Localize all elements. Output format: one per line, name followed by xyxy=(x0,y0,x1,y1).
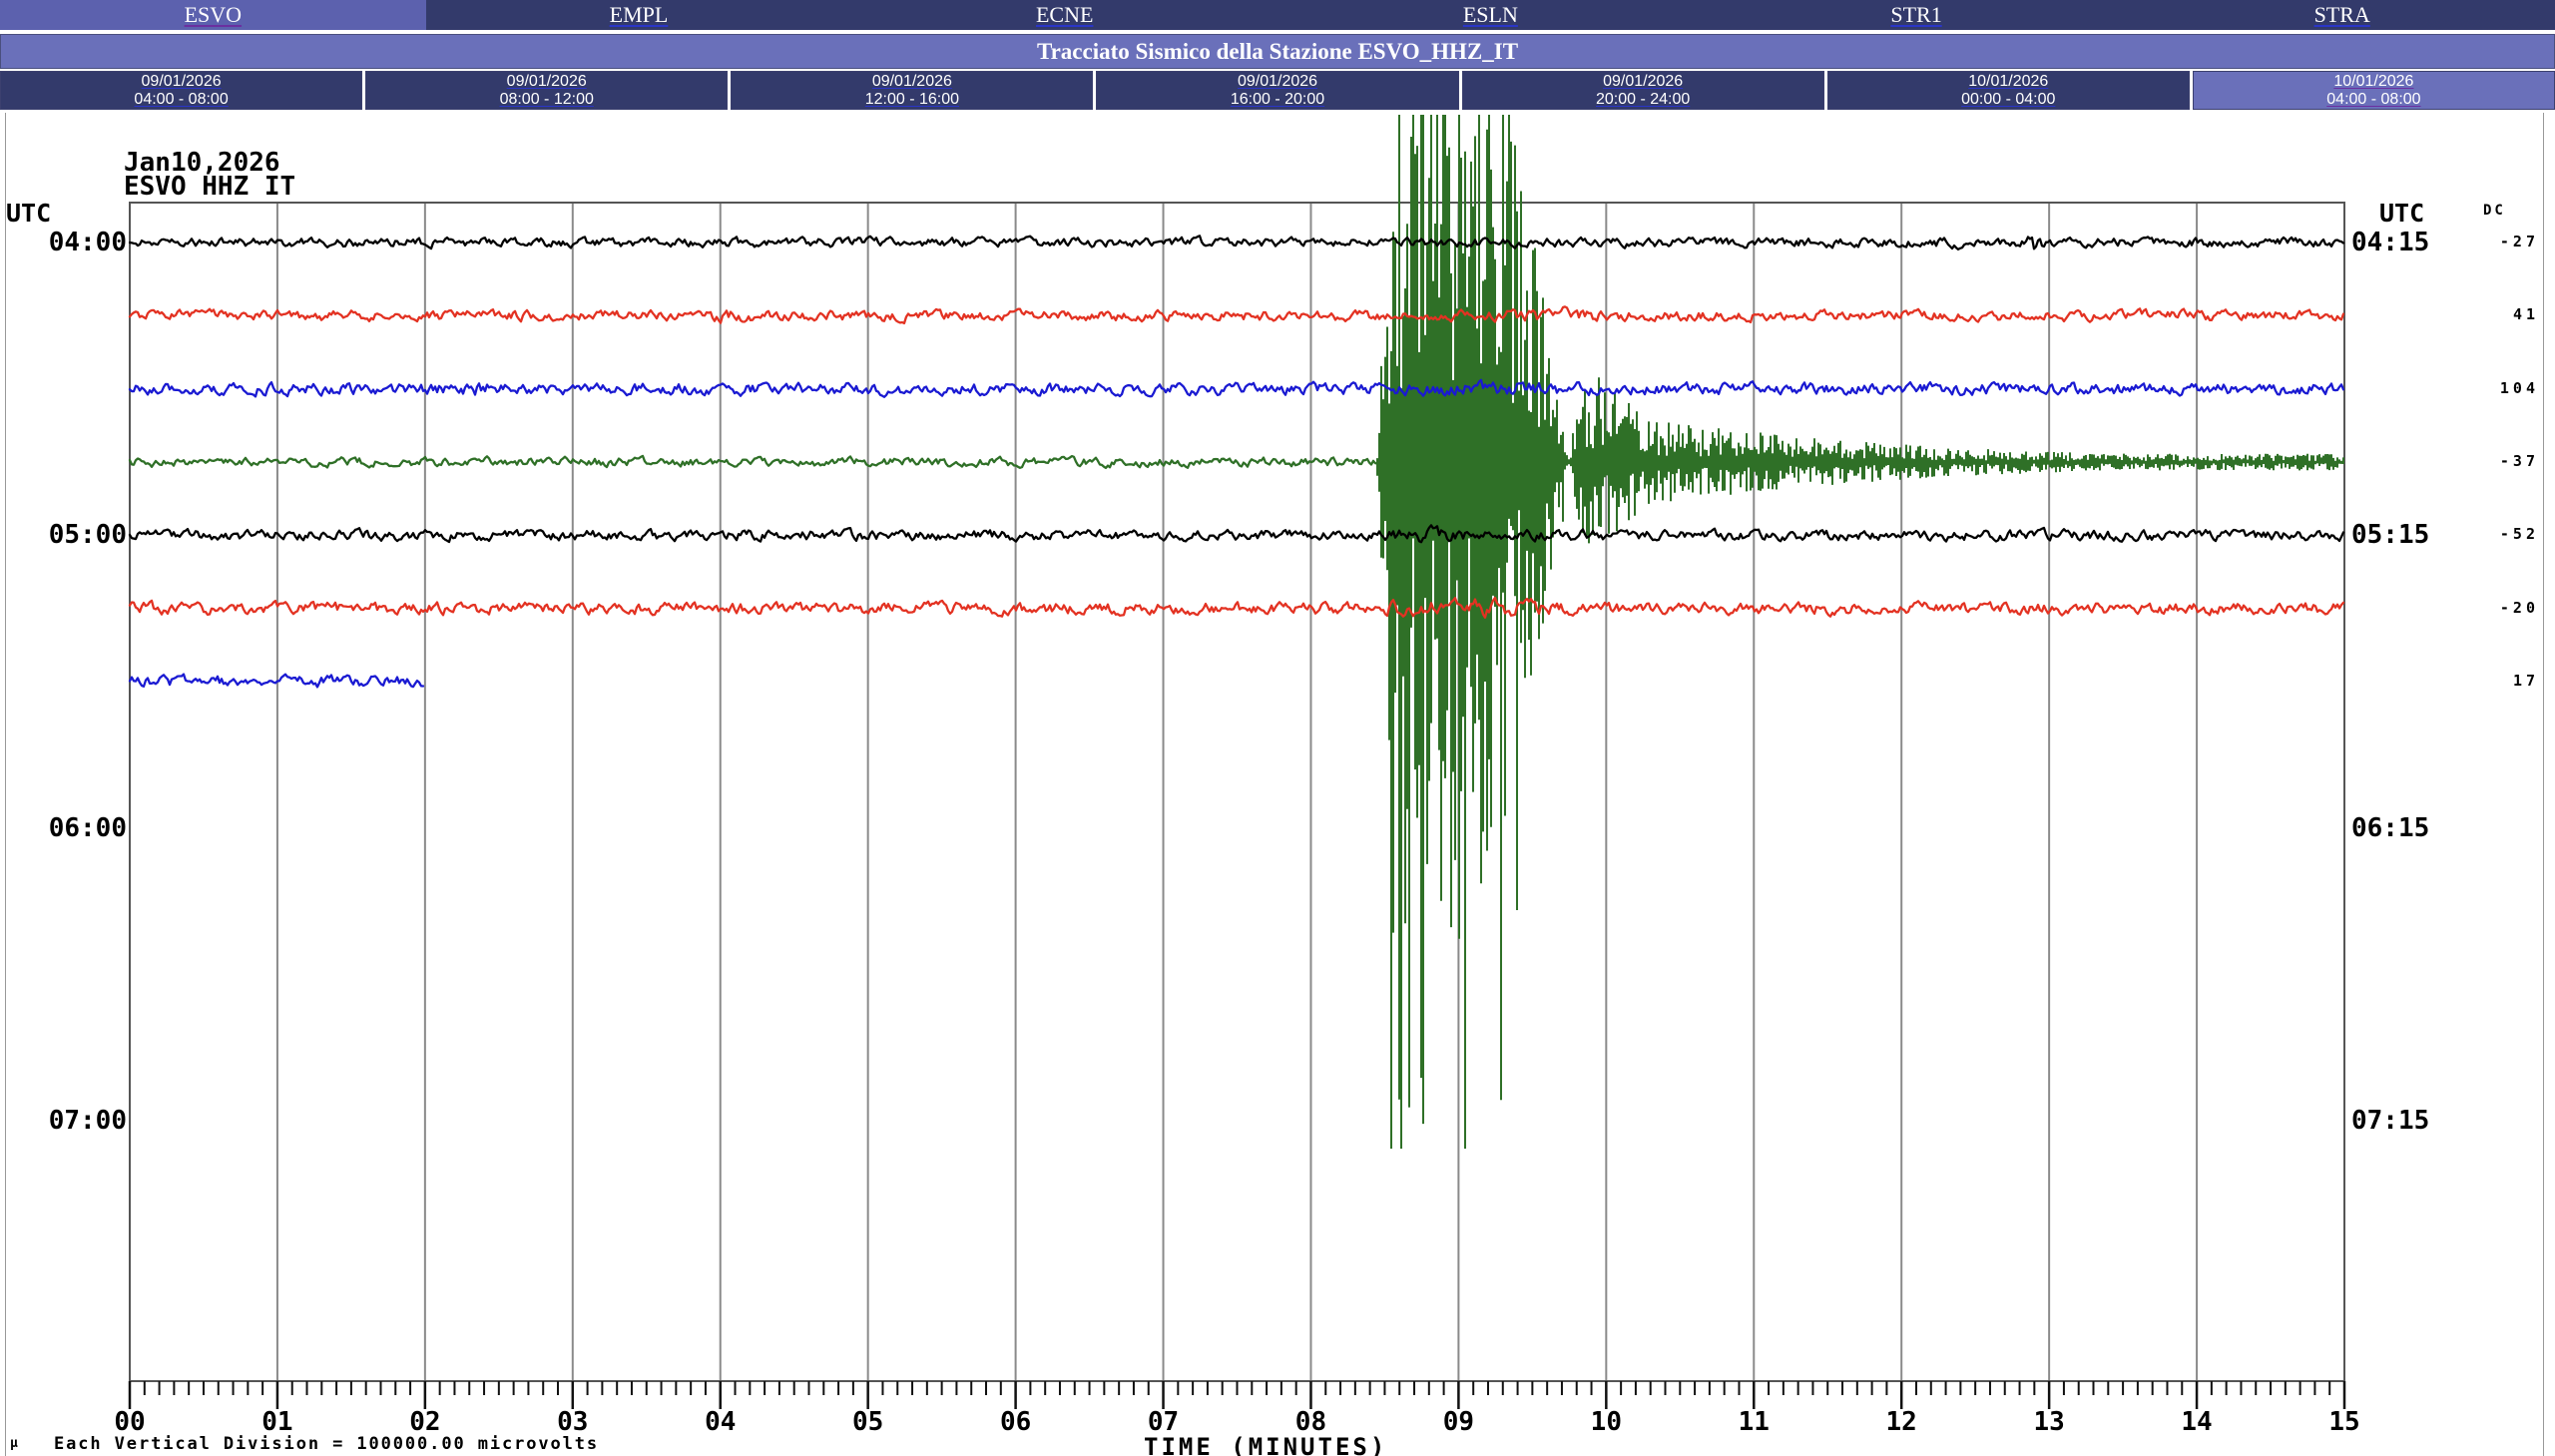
date-range-time-6[interactable]: 04:00 - 08:00 xyxy=(2326,91,2420,109)
scale-footnote: Each Vertical Division = 100000.00 micro… xyxy=(54,1434,599,1454)
hour-label-right-0415: 04:15 xyxy=(2351,228,2471,257)
trace-0415-red xyxy=(130,306,2343,323)
date-range-1[interactable]: 09/01/202608:00 - 12:00 xyxy=(365,71,728,110)
plot-grid xyxy=(130,203,2344,1381)
seismic-station-page: ESVO EMPL ECNE ESLN STR1 STRA Tracciato Sismi… xyxy=(0,0,2555,1456)
date-range-4[interactable]: 09/01/202620:00 - 24:00 xyxy=(1462,71,1824,110)
dc-value-row-2: 104 xyxy=(2457,379,2539,397)
date-range-time-1[interactable]: 08:00 - 12:00 xyxy=(500,91,594,109)
date-range-time-2[interactable]: 12:00 - 16:00 xyxy=(865,91,959,109)
date-range-date-5[interactable]: 10/01/2026 xyxy=(1968,73,2048,91)
tab-link-esvo[interactable]: ESVO xyxy=(185,2,242,28)
trace-0515-red xyxy=(130,598,2343,618)
minute-tick-label-00: 00 xyxy=(90,1407,170,1437)
tab-str1[interactable]: STR1 xyxy=(1704,0,2130,30)
dc-column-header: DC xyxy=(2483,203,2506,219)
date-range-5[interactable]: 10/01/202600:00 - 04:00 xyxy=(1827,71,2190,110)
date-range-bar: 09/01/202604:00 - 08:0009/01/202608:00 -… xyxy=(0,71,2555,110)
tab-stra[interactable]: STRA xyxy=(2129,0,2555,30)
tab-link-str1[interactable]: STR1 xyxy=(1890,2,1941,28)
hour-label-left-0500: 05:00 xyxy=(0,520,127,550)
utc-label-left: UTC xyxy=(6,199,51,228)
date-range-date-0[interactable]: 09/01/2026 xyxy=(142,73,222,91)
date-range-2[interactable]: 09/01/202612:00 - 16:00 xyxy=(731,71,1093,110)
tab-esvo[interactable]: ESVO xyxy=(0,0,426,30)
date-range-time-3[interactable]: 16:00 - 20:00 xyxy=(1231,91,1324,109)
dc-value-row-1: 41 xyxy=(2457,305,2539,323)
date-range-date-6[interactable]: 10/01/2026 xyxy=(2333,73,2413,91)
title-bar: Tracciato Sismico della Stazione ESVO_HH… xyxy=(0,34,2555,69)
mu-mark: µ xyxy=(10,1436,18,1451)
dc-value-row-3: -37 xyxy=(2457,452,2539,470)
date-range-date-1[interactable]: 09/01/2026 xyxy=(507,73,587,91)
hour-label-right-0615: 06:15 xyxy=(2351,813,2471,843)
minute-tick-label-05: 05 xyxy=(828,1407,908,1437)
dc-value-row-0: -27 xyxy=(2457,233,2539,250)
tab-esln[interactable]: ESLN xyxy=(1278,0,1704,30)
minute-tick-label-12: 12 xyxy=(1861,1407,1941,1437)
trace-0500-black xyxy=(130,525,2343,542)
date-range-date-4[interactable]: 09/01/2026 xyxy=(1603,73,1683,91)
date-range-time-5[interactable]: 00:00 - 04:00 xyxy=(1961,91,2055,109)
tab-link-esln[interactable]: ESLN xyxy=(1463,2,1518,28)
trace-0400-black xyxy=(130,236,2343,249)
hour-label-right-0515: 05:15 xyxy=(2351,520,2471,550)
minute-tick-label-06: 06 xyxy=(976,1407,1056,1437)
minute-tick-label-10: 10 xyxy=(1566,1407,1646,1437)
tab-link-empl[interactable]: EMPL xyxy=(610,2,669,28)
hour-label-left-0700: 07:00 xyxy=(0,1106,127,1136)
page-title: Tracciato Sismico della Stazione ESVO_HH… xyxy=(1037,39,1518,65)
minute-tick-label-02: 02 xyxy=(385,1407,465,1437)
hour-label-left-0400: 04:00 xyxy=(0,228,127,257)
minute-tick-label-04: 04 xyxy=(681,1407,761,1437)
date-range-time-4[interactable]: 20:00 - 24:00 xyxy=(1596,91,1690,109)
date-range-date-2[interactable]: 09/01/2026 xyxy=(872,73,952,91)
dc-value-row-6: 17 xyxy=(2457,672,2539,690)
minute-tick-label-01: 01 xyxy=(238,1407,317,1437)
date-range-6[interactable]: 10/01/202604:00 - 08:00 xyxy=(2193,71,2555,110)
minute-tick-label-11: 11 xyxy=(1714,1407,1793,1437)
utc-label-right: UTC xyxy=(2379,199,2424,228)
tab-ecne[interactable]: ECNE xyxy=(851,0,1278,30)
minute-tick-label-07: 07 xyxy=(1124,1407,1204,1437)
minute-tick-label-14: 14 xyxy=(2157,1407,2237,1437)
dc-value-row-4: -52 xyxy=(2457,525,2539,543)
hour-label-left-0600: 06:00 xyxy=(0,813,127,843)
minute-tick-label-08: 08 xyxy=(1271,1407,1350,1437)
date-range-3[interactable]: 09/01/202616:00 - 20:00 xyxy=(1096,71,1458,110)
seismogram-plot xyxy=(0,0,2555,1456)
minute-tick-label-13: 13 xyxy=(2009,1407,2089,1437)
plot-station-label: ESVO HHZ IT xyxy=(124,172,295,202)
tab-empl[interactable]: EMPL xyxy=(426,0,852,30)
date-range-date-3[interactable]: 09/01/2026 xyxy=(1238,73,1317,91)
minute-tick-label-03: 03 xyxy=(533,1407,613,1437)
tab-link-ecne[interactable]: ECNE xyxy=(1036,2,1093,28)
date-range-time-0[interactable]: 04:00 - 08:00 xyxy=(134,91,228,109)
hour-label-right-0715: 07:15 xyxy=(2351,1106,2471,1136)
station-tab-bar: ESVO EMPL ECNE ESLN STR1 STRA xyxy=(0,0,2555,30)
minute-tick-label-09: 09 xyxy=(1418,1407,1498,1437)
trace-0430-blue xyxy=(130,380,2343,397)
tab-link-stra[interactable]: STRA xyxy=(2314,2,2370,28)
dc-value-row-5: -20 xyxy=(2457,599,2539,617)
trace-0445-green xyxy=(130,115,2343,1149)
time-axis-ticks xyxy=(130,1381,2344,1409)
date-range-0[interactable]: 09/01/202604:00 - 08:00 xyxy=(0,71,362,110)
minute-tick-label-15: 15 xyxy=(2304,1407,2384,1437)
